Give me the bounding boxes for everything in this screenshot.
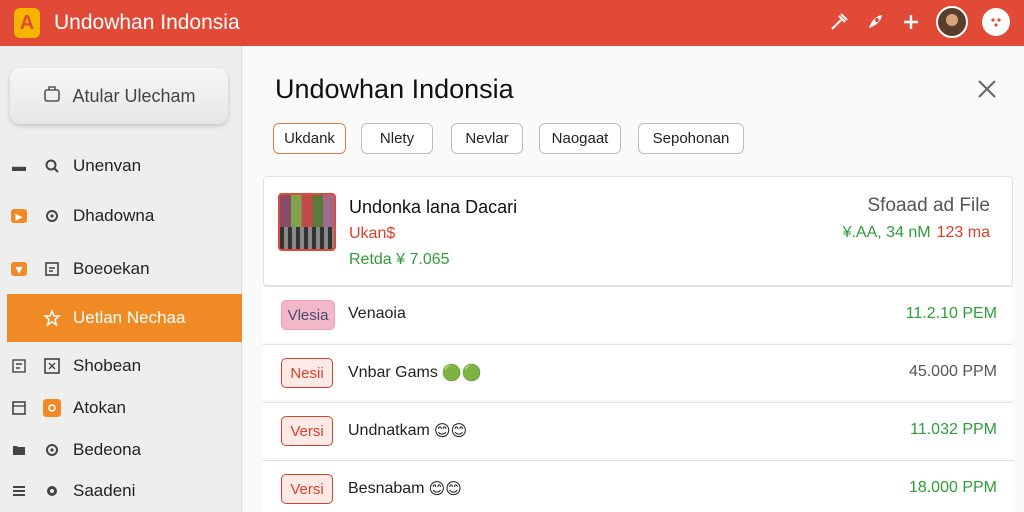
tab-nlety[interactable]: Nlety bbox=[361, 123, 433, 154]
sidebar-item-atokan[interactable]: Atokan bbox=[7, 384, 242, 432]
sidebar-item-label: Atokan bbox=[73, 398, 126, 417]
chevron-down-icon: ▾ bbox=[11, 261, 27, 277]
document-icon bbox=[43, 260, 61, 278]
sidebar: Atular Ulecham ▬ Unenvan ▸ Dhadowna ▾ Bo… bbox=[0, 46, 242, 512]
page-title: Undowhan Indonsia bbox=[275, 74, 514, 104]
grid-icon bbox=[43, 357, 61, 375]
sidebar-item-uetlan-nechaa[interactable]: Uetlan Nechaa bbox=[7, 294, 242, 342]
folder-icon: ▬ bbox=[12, 158, 26, 174]
sidebar-item-label: Boeoekan bbox=[73, 259, 150, 278]
spacer-icon bbox=[11, 311, 27, 325]
table-row[interactable]: Versi Besnabam 😊😊 18.000 PPM bbox=[263, 460, 1013, 512]
top-bar: A Undowhan Indonsia bbox=[0, 0, 1024, 46]
calendar-icon bbox=[11, 401, 27, 415]
main-panel: Undowhan Indonsia Ukdank Nlety Nevlar Na… bbox=[243, 46, 1024, 512]
table-row[interactable]: Vlesia Venaoia 11.2.10 PEM bbox=[263, 286, 1013, 342]
card-file-label: Sfoaad ad File bbox=[867, 195, 990, 216]
sidebar-item-shobean[interactable]: Shobean bbox=[7, 342, 242, 390]
folder-icon bbox=[11, 443, 27, 457]
version-badge: Versi bbox=[281, 416, 333, 446]
search-icon bbox=[43, 157, 61, 175]
tool-icon[interactable] bbox=[828, 11, 850, 33]
row-value: 45.000 PPM bbox=[908, 363, 997, 380]
list-icon bbox=[11, 359, 27, 373]
sidebar-item-label: Bedeona bbox=[73, 440, 142, 459]
sidebar-item-label: Shobean bbox=[73, 356, 142, 375]
status-emoji-icon: 🟢🟢 bbox=[441, 365, 482, 382]
gear-icon bbox=[43, 441, 61, 459]
version-badge: Vlesia bbox=[281, 300, 335, 330]
settings-icon bbox=[43, 482, 61, 500]
card-title: Undonka lana Dacari bbox=[349, 197, 518, 217]
card-subtitle: Ukan$ bbox=[349, 225, 396, 242]
close-icon[interactable] bbox=[975, 78, 999, 102]
menu-icon bbox=[11, 484, 27, 498]
card-meta: ¥.AA, 34 nM 123 ma bbox=[843, 224, 990, 242]
app-title: Undowhan Indonsia bbox=[54, 11, 240, 34]
tab-sepohonan[interactable]: Sepohonan bbox=[638, 123, 744, 154]
card-meta-value: ¥.AA, 34 nM bbox=[842, 224, 931, 241]
app-logo[interactable]: A bbox=[14, 8, 40, 38]
sidebar-item-label: Unenvan bbox=[73, 156, 142, 175]
version-badge: Versi bbox=[281, 474, 333, 504]
sidebar-item-unenvan[interactable]: ▬ Unenvan bbox=[7, 142, 242, 190]
tab-ukdank[interactable]: Ukdank bbox=[273, 123, 346, 154]
row-name: Besnabam 😊😊 bbox=[348, 479, 462, 499]
row-value: 11.2.10 PEM bbox=[905, 305, 997, 322]
play-icon: ▸ bbox=[11, 208, 27, 224]
tag-icon bbox=[42, 84, 62, 109]
tab-nevlar[interactable]: Nevlar bbox=[451, 123, 523, 154]
card-price: Retda ¥ 7.065 bbox=[349, 251, 450, 268]
smile-emoji-icon: 😊😊 bbox=[433, 423, 468, 440]
top-actions bbox=[828, 6, 1010, 38]
sidebar-item-boeoekan[interactable]: ▾ Boeoekan bbox=[7, 245, 242, 293]
tab-naogaat[interactable]: Naogaat bbox=[539, 123, 621, 154]
sidebar-item-label: Dhadowna bbox=[73, 206, 155, 225]
sidebar-item-saadeni[interactable]: Saadeni bbox=[7, 467, 242, 512]
card-meta-size: 123 ma bbox=[936, 224, 990, 241]
row-name-text: Undnatkam bbox=[348, 422, 430, 439]
rocket-icon[interactable] bbox=[864, 11, 886, 33]
table-row[interactable]: Versi Undnatkam 😊😊 11.032 PPM bbox=[263, 402, 1013, 458]
row-name-text: Venaoia bbox=[348, 305, 406, 322]
gear-icon bbox=[43, 207, 61, 225]
row-name-text: Vnbar Gams bbox=[348, 364, 438, 381]
thumbnail-image bbox=[278, 193, 336, 251]
featured-card[interactable]: Undonka lana Dacari Ukan$ Retda ¥ 7.065 … bbox=[263, 176, 1013, 286]
settings-icon bbox=[43, 399, 61, 417]
row-name: Vnbar Gams 🟢🟢 bbox=[348, 363, 482, 383]
plus-icon[interactable] bbox=[900, 11, 922, 33]
row-name-text: Besnabam bbox=[348, 480, 425, 497]
row-name: Venaoia bbox=[348, 305, 406, 323]
dots-icon[interactable] bbox=[982, 8, 1010, 36]
table-row[interactable]: Nesii Vnbar Gams 🟢🟢 45.000 PPM bbox=[263, 344, 1013, 400]
smile-emoji-icon: 😊😊 bbox=[428, 481, 462, 498]
sidebar-item-label: Uetlan Nechaa bbox=[73, 308, 186, 327]
avatar[interactable] bbox=[936, 6, 968, 38]
version-badge: Nesii bbox=[281, 358, 333, 388]
row-value: 11.032 PPM bbox=[910, 421, 997, 438]
primary-action-label: Atular Ulecham bbox=[72, 85, 196, 106]
row-name: Undnatkam 😊😊 bbox=[348, 421, 467, 441]
sidebar-item-label: Saadeni bbox=[73, 481, 136, 500]
star-icon bbox=[43, 309, 61, 327]
sidebar-item-dhadowna[interactable]: ▸ Dhadowna bbox=[7, 192, 242, 240]
row-value: 18.000 PPM bbox=[908, 479, 997, 496]
primary-action-button[interactable]: Atular Ulecham bbox=[10, 68, 228, 124]
